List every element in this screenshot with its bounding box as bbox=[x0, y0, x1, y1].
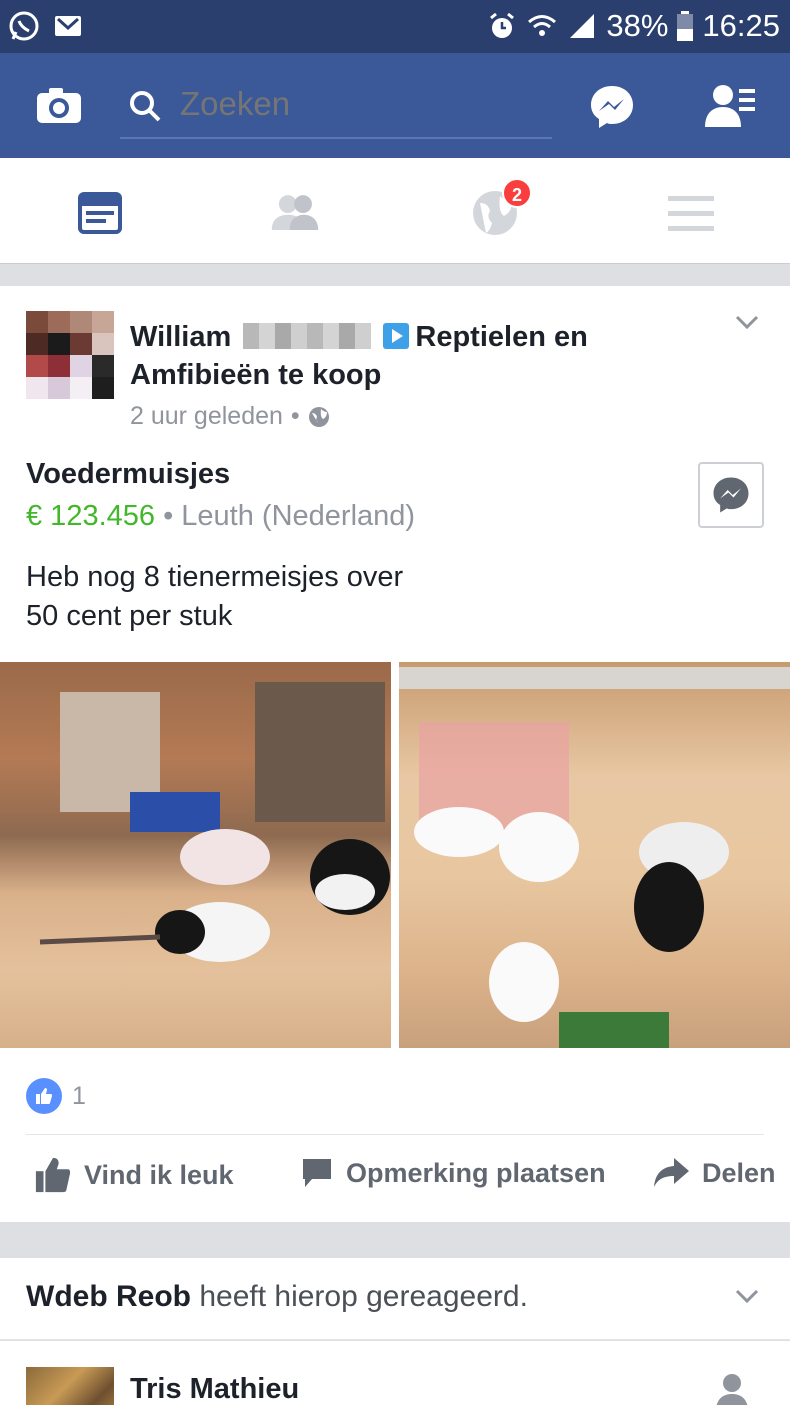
photo-mice-left bbox=[39, 682, 390, 962]
search-box[interactable] bbox=[120, 81, 552, 139]
author-avatar[interactable] bbox=[26, 311, 114, 399]
battery-icon bbox=[677, 11, 694, 41]
reaction-text: Wdeb Reob heeft hierop gereageerd. bbox=[26, 1280, 528, 1314]
clock: 16:25 bbox=[702, 8, 780, 43]
notifications-badge: 2 bbox=[502, 178, 532, 208]
search-input[interactable] bbox=[180, 85, 540, 123]
add-friend-icon[interactable] bbox=[714, 1371, 754, 1405]
whatsapp-icon bbox=[9, 11, 39, 41]
globe-icon bbox=[308, 406, 329, 427]
author-name[interactable]: Tris Mathieu bbox=[130, 1373, 299, 1405]
post-meta: 2 uur geleden • bbox=[130, 402, 330, 431]
item-price: € 123.456 bbox=[26, 500, 156, 532]
messenger-icon bbox=[713, 477, 749, 513]
meta-separator: • bbox=[290, 402, 300, 430]
post-photo[interactable] bbox=[399, 662, 790, 1048]
item-title: Voedermuisjes bbox=[26, 458, 231, 490]
friend-requests-icon[interactable] bbox=[703, 81, 757, 129]
reactor-name[interactable]: Wdeb Reob bbox=[26, 1280, 191, 1313]
photo-mice-right bbox=[399, 667, 790, 1048]
alarm-icon bbox=[490, 12, 515, 38]
post-header: William Reptielen en Amfibieën te koop bbox=[130, 318, 720, 394]
chevron-down-icon[interactable] bbox=[735, 314, 759, 330]
share-button[interactable]: Delen bbox=[652, 1156, 776, 1190]
divider bbox=[26, 1134, 764, 1135]
gmail-icon bbox=[55, 16, 81, 36]
next-post-card: Tris Mathieu bbox=[0, 1341, 790, 1405]
comment-label: Opmerking plaatsen bbox=[346, 1157, 606, 1188]
author-name[interactable]: William bbox=[130, 321, 231, 353]
like-label: Vind ik leuk bbox=[84, 1159, 234, 1190]
reaction-card: Wdeb Reob heeft hierop gereageerd. bbox=[0, 1258, 790, 1340]
tab-news-feed-icon[interactable] bbox=[75, 188, 125, 238]
tab-menu-icon[interactable] bbox=[666, 188, 716, 238]
share-label: Delen bbox=[702, 1157, 776, 1188]
search-icon bbox=[130, 91, 161, 122]
post-time[interactable]: 2 uur geleden bbox=[130, 402, 283, 431]
messenger-icon[interactable] bbox=[588, 83, 636, 131]
reaction-suffix: heeft hierop gereageerd. bbox=[191, 1280, 528, 1313]
post-card: William Reptielen en Amfibieën te koop 2… bbox=[0, 286, 790, 1222]
like-button[interactable]: Vind ik leuk bbox=[34, 1156, 234, 1194]
post-body-line: 50 cent per stuk bbox=[26, 600, 233, 632]
chevron-down-icon[interactable] bbox=[735, 1288, 759, 1304]
camera-icon[interactable] bbox=[35, 85, 83, 125]
like-summary[interactable]: 1 bbox=[26, 1078, 86, 1114]
share-arrow-icon bbox=[654, 1158, 689, 1187]
author-avatar[interactable] bbox=[26, 1367, 114, 1405]
battery-percent: 38% bbox=[606, 8, 669, 43]
item-location: Leuth (Nederland) bbox=[181, 500, 416, 532]
tab-friends-icon[interactable] bbox=[270, 188, 320, 238]
signal-icon bbox=[570, 14, 595, 38]
wifi-icon bbox=[528, 15, 557, 36]
message-seller-button[interactable] bbox=[698, 462, 764, 528]
post-body: Heb nog 8 tienermeisjes over 50 cent per… bbox=[26, 558, 403, 636]
top-navbar bbox=[0, 53, 790, 158]
price-separator: • bbox=[155, 500, 182, 532]
tab-bar bbox=[0, 158, 790, 264]
like-count: 1 bbox=[72, 1081, 86, 1110]
post-photo[interactable] bbox=[0, 662, 391, 1048]
arrow-right-icon bbox=[383, 323, 410, 349]
redacted-surname bbox=[243, 323, 372, 349]
price-location-row: € 123.456 • Leuth (Nederland) bbox=[26, 500, 415, 533]
comment-icon bbox=[303, 1159, 331, 1187]
post-body-line: Heb nog 8 tienermeisjes over bbox=[26, 561, 404, 593]
status-bar: 38% 16:25 bbox=[0, 0, 790, 53]
thumbs-up-icon bbox=[26, 1078, 62, 1114]
comment-button[interactable]: Opmerking plaatsen bbox=[300, 1156, 606, 1190]
thumbs-up-icon bbox=[35, 1157, 71, 1193]
